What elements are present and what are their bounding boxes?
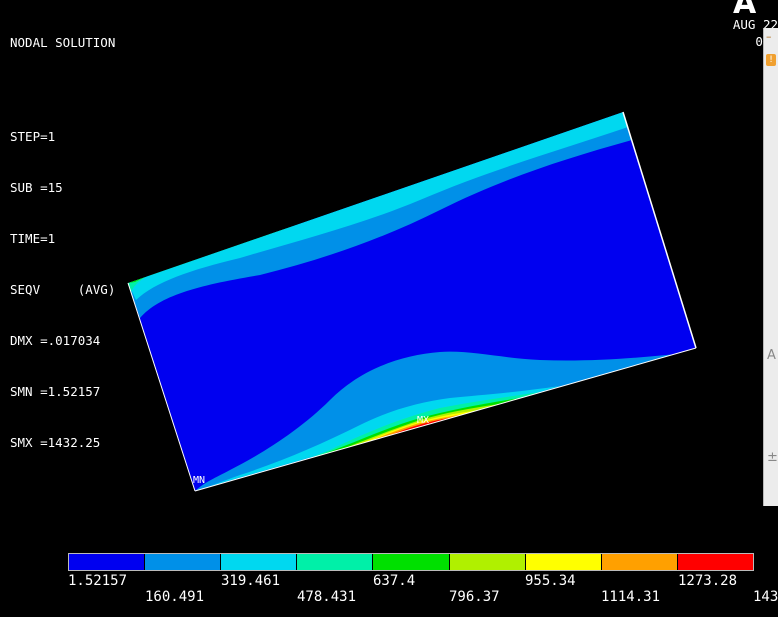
warning-icon[interactable]: ! [766,54,776,66]
result-info: NODAL SOLUTION STEP=1 SUB =15 TIME=1 SEQ… [10,0,115,468]
legend-swatch [221,554,298,570]
legend-label-top: 955.34 [525,573,576,589]
legend-label-bottom: 478.431 [297,589,357,605]
legend-label-top: 1273.28 [678,573,738,589]
legend-swatch [601,554,678,570]
min-marker: MN [193,475,206,486]
time-value: TIME=1 [10,231,56,246]
model-plot [127,111,697,492]
max-marker: MX [417,415,430,426]
toolbar-icon-a[interactable]: A [767,348,776,363]
legend-swatch [69,554,146,570]
legend-swatch [145,554,222,570]
toolbar-icon[interactable]: – [766,30,772,43]
graphics-viewport[interactable]: MN MX [0,0,778,613]
step-value: STEP=1 [10,129,56,144]
legend-label-top: 319.461 [221,573,281,589]
legend-label-top: 637.4 [373,573,416,589]
substep-value: SUB =15 [10,180,63,195]
legend-swatch [373,554,450,570]
legend-swatch [677,554,753,570]
legend-label-bottom: 1114.31 [601,589,661,605]
min-stress: SMN =1.52157 [10,384,101,399]
legend-swatch [297,554,374,570]
legend-label-bottom: 160.491 [145,589,205,605]
side-toolbar[interactable]: – ! A ± [763,28,778,506]
pan-icon[interactable]: ± [767,450,778,465]
contour-legend [68,553,754,571]
legend-swatch [449,554,526,570]
legend-label-bottom: 143 [753,589,778,605]
plot-title: NODAL SOLUTION [10,35,116,50]
legend-label-bottom: 796.37 [449,589,500,605]
result-quantity: SEQV (AVG) [10,282,116,297]
stress-contour-plate [128,112,696,491]
legend-swatch [525,554,602,570]
legend-label-top: 1.52157 [68,573,128,589]
max-displacement: DMX =.017034 [10,333,101,348]
max-stress: SMX =1432.25 [10,435,101,450]
